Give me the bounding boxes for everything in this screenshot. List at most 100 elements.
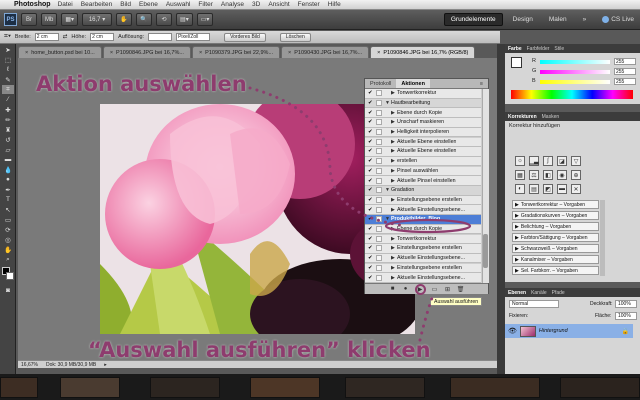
toggle-checkmark-icon[interactable]: ✔ — [368, 245, 374, 251]
dialog-toggle[interactable] — [376, 196, 382, 203]
menu-auswahl[interactable]: Auswahl — [166, 1, 191, 8]
preset-item[interactable]: ▶ Belichtung – Vorgaben — [512, 222, 599, 231]
tab-protokoll[interactable]: Protokoll — [365, 79, 396, 88]
menu-ansicht[interactable]: Ansicht — [268, 1, 289, 8]
bridge-button[interactable]: Br — [21, 13, 37, 26]
layer-name[interactable]: Hintergrund — [539, 328, 568, 334]
toggle-checkmark-icon[interactable]: ✔ — [368, 226, 374, 232]
pen-tool-icon[interactable]: ✒ — [2, 185, 14, 194]
dialog-toggle[interactable] — [376, 99, 382, 106]
toggle-checkmark-icon[interactable]: ✔ — [368, 110, 374, 116]
tab-aktionen[interactable]: Aktionen — [396, 79, 430, 88]
preset-item[interactable]: ▶ Farbton/Sättigung – Vorgaben — [512, 233, 599, 242]
dialog-toggle[interactable] — [376, 148, 382, 155]
workspace-grundelemente[interactable]: Grundelemente — [443, 13, 503, 26]
document-tab-active[interactable]: × P1090846.JPG bei 16,7% (RGB/8) — [370, 46, 476, 58]
dialog-toggle[interactable] — [376, 167, 382, 174]
collapsed-triangle-icon[interactable]: ▶ — [515, 268, 519, 274]
dialog-toggle[interactable] — [376, 158, 382, 165]
view-extras-button[interactable]: ▦▾ — [61, 13, 79, 26]
collapsed-triangle-icon[interactable]: ▶ — [515, 235, 519, 241]
action-step[interactable]: ✔ ▶ Einstellungsebene erstellen — [365, 263, 481, 274]
tab-kanaele[interactable]: Kanäle — [531, 290, 547, 296]
black-white-icon[interactable]: ◧ — [543, 170, 553, 180]
action-step[interactable]: ✔ ▶ Tonwertkorrektur — [365, 89, 481, 99]
menu-3d[interactable]: 3D — [252, 1, 260, 8]
menu-datei[interactable]: Datei — [58, 1, 73, 8]
new-set-icon[interactable]: ▭ — [431, 285, 439, 293]
menu-hilfe[interactable]: Hilfe — [328, 1, 341, 8]
document-tab[interactable]: × P1090846.JPG bei 16,7%... — [102, 46, 191, 58]
history-brush-tool-icon[interactable]: ↺ — [2, 135, 14, 144]
invert-icon[interactable]: ◐ — [515, 184, 525, 194]
collapsed-panel-strip[interactable] — [497, 44, 505, 374]
play-selection-icon[interactable]: ▶ — [414, 283, 426, 295]
r-slider[interactable] — [540, 60, 610, 64]
crop-tool-icon[interactable]: ⌗▾ — [4, 33, 11, 41]
action-step[interactable]: ✔ ▶ Ebene durch Kopie — [365, 108, 481, 118]
selective-color-icon[interactable]: ✕ — [571, 184, 581, 194]
dialog-toggle[interactable] — [376, 216, 382, 223]
screen-mode-button[interactable]: ▭▾ — [196, 13, 214, 26]
stop-recording-icon[interactable]: ■ — [389, 285, 397, 293]
g-value[interactable]: 255 — [614, 68, 636, 75]
dialog-toggle[interactable] — [376, 274, 382, 281]
toggle-checkmark-icon[interactable]: ✔ — [368, 255, 374, 261]
levels-icon[interactable]: ▁▃ — [529, 156, 539, 166]
toggle-checkmark-icon[interactable]: ✔ — [368, 275, 374, 281]
height-field[interactable]: 2 cm — [90, 33, 115, 41]
toggle-checkmark-icon[interactable]: ✔ — [368, 236, 374, 242]
panel-menu-icon[interactable]: ≡ — [475, 79, 488, 88]
opacity-field[interactable]: 100% — [615, 300, 637, 308]
toggle-checkmark-icon[interactable]: ✔ — [368, 187, 374, 193]
toggle-checkmark-icon[interactable]: ✔ — [368, 129, 374, 135]
zoom-level-dropdown[interactable]: 16,7 ▾ — [82, 13, 113, 26]
tab-masken[interactable]: Masken — [542, 114, 560, 120]
action-step[interactable]: ✔ ▶ Aktuelle Einstellungsebene... — [365, 273, 481, 283]
posterize-icon[interactable]: ▤ — [529, 184, 539, 194]
quick-select-tool-icon[interactable]: ✎ — [2, 75, 14, 84]
close-icon[interactable]: × — [110, 50, 113, 56]
vibrance-icon[interactable]: ▽ — [571, 156, 581, 166]
rotate-view-button[interactable]: ⟲ — [156, 13, 173, 26]
new-action-icon[interactable]: ⊞ — [444, 285, 452, 293]
menu-bearbeiten[interactable]: Bearbeiten — [81, 1, 112, 8]
visibility-eye-icon[interactable]: 👁 — [508, 327, 517, 335]
action-step[interactable]: ✔ ▶ Unscharf maskieren — [365, 118, 481, 128]
delete-icon[interactable]: 🗑 — [457, 285, 465, 293]
toggle-checkmark-icon[interactable]: ✔ — [368, 265, 374, 271]
resolution-unit-select[interactable]: Pixel/Zoll — [176, 33, 211, 41]
g-slider[interactable] — [540, 70, 610, 74]
dialog-toggle[interactable] — [376, 129, 382, 136]
menu-bild[interactable]: Bild — [120, 1, 131, 8]
menu-analyse[interactable]: Analyse — [221, 1, 244, 8]
brightness-icon[interactable]: ☼ — [515, 156, 525, 166]
action-step[interactable]: ✔ ▶ Aktuelle Ebene einstellen — [365, 147, 481, 157]
actions-scrollbar-thumb[interactable] — [483, 234, 488, 268]
3d-orbit-tool-icon[interactable]: ◎ — [2, 235, 14, 244]
toggle-checkmark-icon[interactable]: ✔ — [368, 158, 374, 164]
dialog-toggle[interactable] — [376, 264, 382, 271]
blend-mode-select[interactable]: Normal — [509, 300, 559, 308]
path-select-tool-icon[interactable]: ↖ — [2, 205, 14, 214]
toggle-checkmark-icon[interactable]: ✔ — [368, 148, 374, 154]
collapsed-triangle-icon[interactable]: ▶ — [515, 202, 519, 208]
type-tool-icon[interactable]: T — [2, 195, 14, 204]
collapsed-triangle-icon[interactable]: ▶ — [515, 257, 519, 263]
background-color-swatch[interactable] — [6, 272, 14, 280]
toggle-checkmark-icon[interactable]: ✔ — [368, 197, 374, 203]
color-swatches[interactable] — [0, 267, 15, 285]
stamp-tool-icon[interactable]: ♜ — [2, 125, 14, 134]
fill-field[interactable]: 100% — [615, 312, 637, 320]
tab-ebenen[interactable]: Ebenen — [508, 290, 526, 296]
action-step[interactable]: ✔ ▶ Helligkeit interpolieren — [365, 127, 481, 138]
app-name-menu[interactable]: Photoshop — [14, 1, 51, 8]
curves-icon[interactable]: ∫ — [543, 156, 553, 166]
gradient-tool-icon[interactable]: ▬ — [2, 155, 14, 164]
status-zoom[interactable]: 16,67% — [21, 362, 38, 368]
action-step[interactable]: ✔ ▶ Aktuelle Pinsel einstellen — [365, 176, 481, 186]
width-field[interactable]: 2 cm — [34, 33, 59, 41]
toggle-checkmark-icon[interactable]: ✔ — [368, 168, 374, 174]
eraser-tool-icon[interactable]: ▱ — [2, 145, 14, 154]
document-tab[interactable]: × P1090379.JPG bei 22,9%... — [191, 46, 281, 58]
